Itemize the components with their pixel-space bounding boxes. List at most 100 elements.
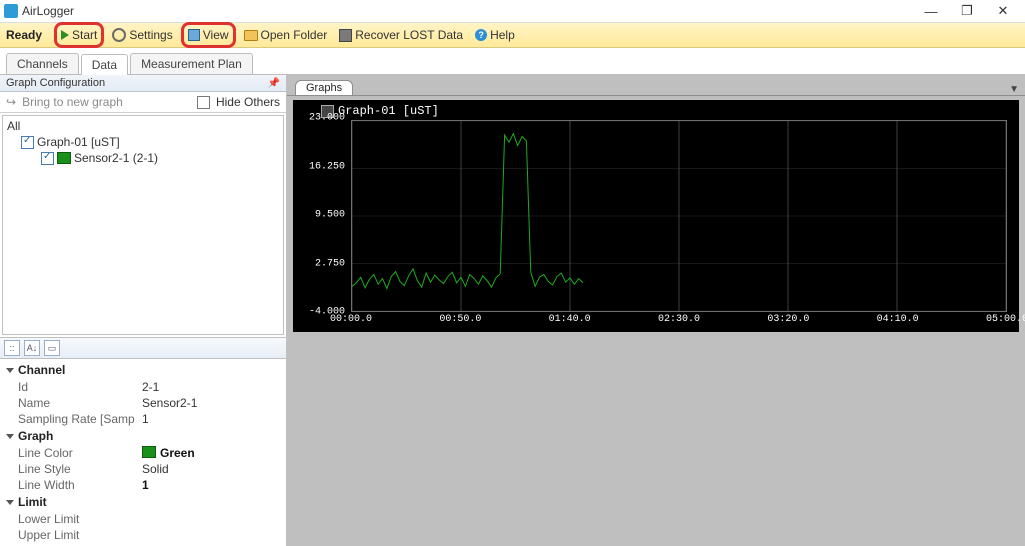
property-grid: Channel Id2-1 NameSensor2-1 Sampling Rat… (0, 359, 286, 546)
categorized-icon[interactable]: :: (4, 340, 20, 356)
right-panel: Graphs ▼ Graph-01 [uST] 23.000 16.250 9.50… (287, 75, 1025, 546)
group-graph[interactable]: Graph (0, 427, 286, 445)
disk-icon (339, 29, 352, 42)
prop-name[interactable]: NameSensor2-1 (0, 395, 286, 411)
prop-upper-key: Upper Limit (18, 528, 142, 542)
prop-name-key: Name (18, 396, 142, 410)
gear-icon (112, 28, 126, 42)
help-label: Help (490, 28, 515, 42)
y-tick-label: 23.000 (309, 113, 345, 124)
x-axis-labels: 00:00.000:50.001:40.002:30.003:20.004:10… (351, 314, 1007, 328)
y-axis-labels: 23.00016.2509.5002.750-4.000 (299, 118, 347, 312)
start-label: Start (72, 28, 97, 42)
start-button[interactable]: Start (54, 22, 104, 48)
chart-area: Graph-01 [uST] 23.00016.2509.5002.750-4.… (293, 100, 1019, 332)
prop-lower-limit[interactable]: Lower Limit (0, 511, 286, 527)
y-tick-label: 16.250 (309, 161, 345, 172)
x-tick-label: 05:00.0 (986, 314, 1025, 325)
checkbox-icon[interactable] (41, 152, 54, 165)
group-graph-label: Graph (18, 429, 53, 443)
tree-graph-01[interactable]: Graph-01 [uST] (7, 134, 279, 150)
status-ready: Ready (6, 28, 42, 42)
caret-down-icon (6, 368, 14, 373)
graph-tabs: Graphs ▼ (287, 75, 1025, 96)
minimize-button[interactable]: — (913, 4, 949, 19)
folder-icon (244, 30, 258, 41)
prop-sr-value: 1 (142, 412, 149, 426)
tree-all[interactable]: All (7, 118, 279, 134)
graph-tabs-dropdown-icon[interactable]: ▼ (1009, 84, 1019, 95)
graph-tree[interactable]: All Graph-01 [uST] Sensor2-1 (2-1) (2, 115, 284, 335)
checkbox-icon[interactable] (21, 136, 34, 149)
tab-measurement-plan[interactable]: Measurement Plan (130, 53, 253, 74)
group-channel-label: Channel (18, 363, 65, 377)
tab-channels[interactable]: Channels (6, 53, 79, 74)
chart-plot[interactable] (351, 120, 1007, 312)
prop-line-color[interactable]: Line Color Green (0, 445, 286, 461)
prop-style-key: Line Style (18, 462, 142, 476)
prop-line-width[interactable]: Line Width1 (0, 477, 286, 493)
help-icon: ? (475, 29, 487, 41)
left-panel: Graph Configuration 📌 ↪ Bring to new gra… (0, 75, 287, 546)
x-tick-label: 00:50.0 (439, 314, 481, 325)
caret-down-icon (6, 434, 14, 439)
close-button[interactable]: ✕ (985, 3, 1021, 19)
view-label: View (203, 28, 229, 42)
tree-sensor-label: Sensor2-1 (2-1) (74, 151, 158, 165)
top-tabs: Channels Data Measurement Plan (0, 48, 1025, 75)
settings-button[interactable]: Settings (108, 25, 176, 45)
group-limit-label: Limit (18, 495, 47, 509)
tab-graphs[interactable]: Graphs (295, 80, 353, 95)
group-limit[interactable]: Limit (0, 493, 286, 511)
tree-graph-01-label: Graph-01 [uST] (37, 135, 120, 149)
prop-color-key: Line Color (18, 446, 142, 460)
prop-sampling-rate[interactable]: Sampling Rate [Samp1 (0, 411, 286, 427)
y-tick-label: 9.500 (315, 210, 345, 221)
x-tick-label: 04:10.0 (877, 314, 919, 325)
color-swatch-icon (57, 152, 71, 164)
play-icon (61, 30, 69, 40)
y-tick-label: 2.750 (315, 258, 345, 269)
window-titlebar: AirLogger — ❐ ✕ (0, 0, 1025, 23)
open-folder-label: Open Folder (261, 28, 328, 42)
chart-title: Graph-01 [uST] (338, 104, 439, 118)
help-button[interactable]: ? Help (471, 25, 519, 45)
prop-name-value: Sensor2-1 (142, 396, 197, 410)
hide-others-checkbox[interactable] (197, 96, 210, 109)
graph-config-header: Graph Configuration 📌 (0, 75, 286, 92)
pin-icon[interactable]: 📌 (268, 78, 280, 89)
x-tick-label: 01:40.0 (549, 314, 591, 325)
prop-lower-key: Lower Limit (18, 512, 142, 526)
tree-all-label: All (7, 119, 20, 133)
alphabetical-icon[interactable]: A↓ (24, 340, 40, 356)
view-button[interactable]: View (181, 22, 236, 48)
prop-color-value: Green (160, 446, 195, 460)
caret-down-icon (6, 500, 14, 505)
app-title: AirLogger (22, 4, 913, 18)
bring-label[interactable]: Bring to new graph (22, 95, 123, 109)
propgrid-misc-icon[interactable]: ▭ (44, 340, 60, 356)
prop-style-value: Solid (142, 462, 169, 476)
app-icon (4, 4, 18, 18)
maximize-button[interactable]: ❐ (949, 3, 985, 19)
recover-button[interactable]: Recover LOST Data (335, 25, 467, 45)
prop-id-value: 2-1 (142, 380, 159, 394)
prop-id-key: Id (18, 380, 142, 394)
tree-sensor[interactable]: Sensor2-1 (2-1) (7, 150, 279, 166)
main-toolbar: Ready Start Settings View Open Folder Re… (0, 23, 1025, 48)
bring-icon: ↪ (6, 95, 16, 109)
recover-label: Recover LOST Data (355, 28, 463, 42)
prop-width-key: Line Width (18, 478, 142, 492)
prop-line-style[interactable]: Line StyleSolid (0, 461, 286, 477)
property-toolbar: :: A↓ ▭ (0, 337, 286, 359)
prop-upper-limit[interactable]: Upper Limit (0, 527, 286, 543)
view-icon (188, 29, 200, 41)
tab-data[interactable]: Data (81, 54, 128, 75)
color-swatch-icon (142, 446, 156, 458)
prop-id[interactable]: Id2-1 (0, 379, 286, 395)
x-tick-label: 03:20.0 (767, 314, 809, 325)
open-folder-button[interactable]: Open Folder (240, 25, 332, 45)
prop-sr-key: Sampling Rate [Samp (18, 412, 142, 426)
group-channel[interactable]: Channel (0, 361, 286, 379)
settings-label: Settings (129, 28, 172, 42)
